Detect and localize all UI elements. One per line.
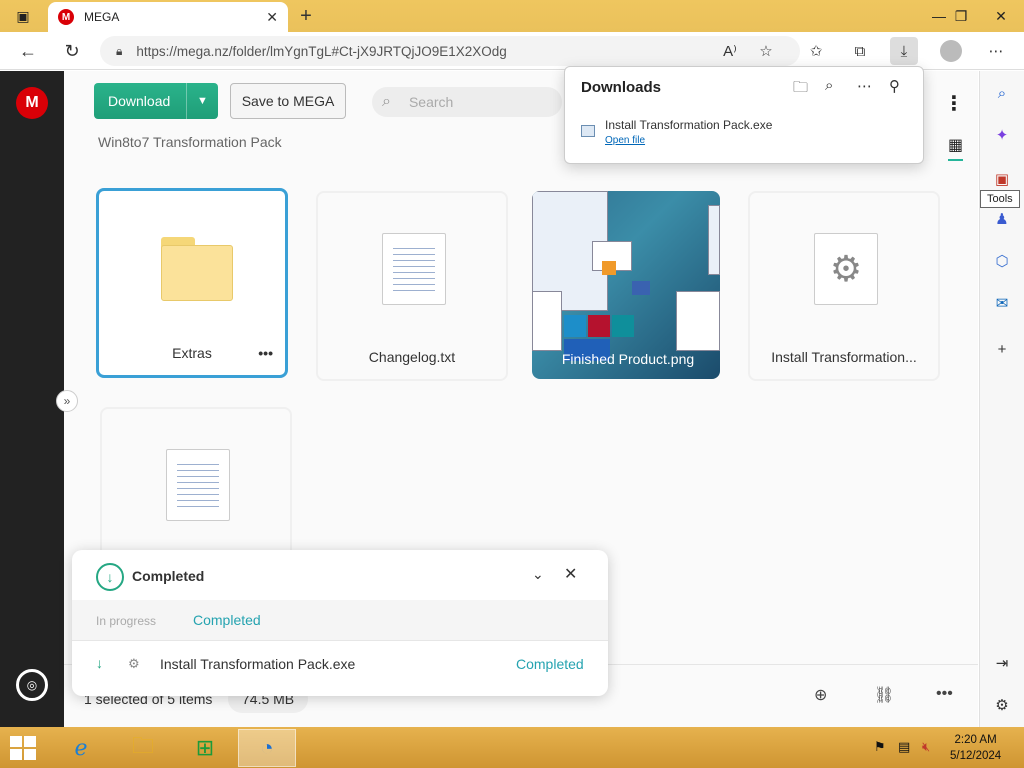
more-options-icon[interactable]: ⋮ <box>944 91 964 116</box>
text-file-icon <box>166 449 230 521</box>
clock[interactable]: 2:20 AM 5/12/2024 <box>950 732 1001 764</box>
account-icon[interactable]: ◎ <box>16 669 48 701</box>
transfer-tabs: In progress Completed <box>72 600 608 640</box>
address-bar-row: ← ↻ 🔒︎ https://mega.nz/folder/lmYgnTgL#C… <box>0 32 1024 70</box>
open-file-link[interactable]: Open file <box>605 135 645 146</box>
save-to-mega-button[interactable]: Save to MEGA <box>230 83 346 119</box>
breadcrumb[interactable]: Win8to7 Transformation Pack <box>98 134 282 150</box>
url-text: https://mega.nz/folder/lmYgnTgL#Ct-jX9JR… <box>136 43 507 59</box>
store-icon[interactable]: ⊞ <box>176 729 234 767</box>
url-field[interactable]: 🔒︎ https://mega.nz/folder/lmYgnTgL#Ct-jX… <box>100 36 800 66</box>
transfer-row[interactable]: ↓ ⚙ Install Transformation Pack.exe Comp… <box>72 640 608 686</box>
mega-favicon-icon: M <box>58 9 74 25</box>
close-icon[interactable]: ✕ <box>564 564 577 584</box>
download-circle-icon[interactable]: ⊕ <box>814 685 827 705</box>
downloads-panel: Downloads 🗀 ⌕ ⋯ ⚲ Install Transformation… <box>564 66 924 164</box>
search-icon: ⌕ <box>382 93 391 110</box>
file-name: Finished Product.png <box>561 351 695 367</box>
file-name: Install Transformation... <box>771 349 917 365</box>
file-card-changelog[interactable]: Changelog.txt <box>316 191 508 381</box>
tab-title: MEGA <box>84 10 120 24</box>
settings-more-icon[interactable]: ⋯ <box>982 37 1010 65</box>
close-tab-icon[interactable]: ✕ <box>266 9 278 26</box>
outlook-icon[interactable]: ✉ <box>990 291 1014 315</box>
tools-icon[interactable]: ▣ <box>990 167 1014 191</box>
start-button[interactable] <box>10 736 38 760</box>
folder-icon <box>161 237 233 301</box>
more-options-icon[interactable]: ⋯ <box>857 77 872 95</box>
search-input[interactable]: ⌕ Search <box>372 87 562 117</box>
tab-in-progress[interactable]: In progress <box>96 614 156 628</box>
favorites-icon[interactable]: ✩ <box>802 37 830 65</box>
profile-avatar[interactable] <box>940 40 962 62</box>
volume-muted-icon[interactable]: 🔇︎ <box>922 739 930 755</box>
gear-icon: ⚙ <box>128 656 140 671</box>
text-file-icon <box>382 233 446 305</box>
search-icon[interactable]: ⌕ <box>825 77 833 94</box>
file-name: Extras <box>172 345 212 361</box>
tab-mega[interactable]: M MEGA ✕ <box>48 2 288 32</box>
transfer-status: Completed <box>516 656 584 672</box>
gear-icon[interactable]: ⚙ <box>990 693 1014 717</box>
transfer-header: ↓ Completed ⌄ ✕ <box>72 550 608 600</box>
file-card-finished-product[interactable]: Finished Product.png <box>532 191 724 381</box>
read-aloud-icon[interactable]: A⁾ <box>716 37 744 65</box>
grid-view-icon[interactable]: ▦ <box>948 135 964 161</box>
more-options-icon[interactable]: ••• <box>258 345 273 361</box>
network-icon[interactable]: ▤ <box>898 739 910 755</box>
download-complete-icon: ↓ <box>96 563 124 591</box>
transfer-title: Completed <box>132 568 205 584</box>
windows-taskbar: ℯ 🗀 ⊞ ◔ ⚑ ▤ 🔇︎ 2:20 AM 5/12/2024 <box>0 727 1024 768</box>
games-icon[interactable]: ♟ <box>990 207 1014 231</box>
refresh-icon[interactable]: ↻ <box>58 37 86 65</box>
file-card-extras[interactable]: Extras ••• <box>96 188 288 378</box>
new-tab-icon[interactable]: + <box>294 4 318 28</box>
download-button[interactable]: Download ▼ <box>94 83 218 119</box>
file-card-install-pack[interactable]: ⚙ Install Transformation... <box>748 191 940 381</box>
tab-actions-icon[interactable]: ▣ <box>0 0 46 32</box>
gear-icon: ⚙ <box>814 233 878 305</box>
chevron-down-icon[interactable]: ▼ <box>186 83 218 119</box>
collections-icon[interactable]: ⧉ <box>846 37 874 65</box>
hide-sidebar-icon[interactable]: ⇥ <box>990 651 1014 675</box>
edge-icon[interactable]: ◔ <box>238 729 296 767</box>
file-explorer-icon[interactable]: 🗀 <box>114 729 172 767</box>
browser-tab-bar: ▣ M MEGA ✕ + — ❐ ✕ <box>0 0 1024 32</box>
chevron-down-icon[interactable]: ⌄ <box>532 566 544 583</box>
transfer-file-name: Install Transformation Pack.exe <box>160 656 356 672</box>
open-folder-icon[interactable]: 🗀 <box>793 77 808 102</box>
back-icon[interactable]: ← <box>14 37 42 65</box>
search-icon[interactable]: ⌕ <box>990 81 1014 105</box>
exe-file-icon <box>581 125 595 137</box>
expand-sidebar-icon[interactable]: » <box>56 390 78 412</box>
downloads-icon[interactable]: ⤓ <box>890 37 918 65</box>
mega-logo[interactable]: M <box>16 87 48 119</box>
add-favorite-icon[interactable]: ☆ <box>752 37 780 65</box>
copilot-icon[interactable]: ✦ <box>990 123 1014 147</box>
link-icon[interactable]: ⛓ <box>874 685 894 705</box>
transfer-manager: ↓ Completed ⌄ ✕ In progress Completed ↓ … <box>72 550 608 696</box>
lock-icon: 🔒︎ <box>116 43 123 58</box>
file-name: Changelog.txt <box>368 349 456 365</box>
download-file-name: Install Transformation Pack.exe <box>605 118 773 132</box>
download-arrow-icon: ↓ <box>96 655 103 671</box>
close-window-icon[interactable]: ✕ <box>978 0 1024 32</box>
add-icon[interactable]: + <box>990 337 1014 361</box>
clock-date: 5/12/2024 <box>950 750 1002 762</box>
flag-icon[interactable]: ⚑ <box>874 739 886 755</box>
mega-left-nav: M ◎ <box>0 71 64 727</box>
edge-sidebar: ⌕ ✦ ▣ ♟ ⬡ ✉ + ⇥ ⚙ <box>979 71 1024 727</box>
clock-time: 2:20 AM <box>954 734 997 746</box>
download-label: Download <box>108 93 171 109</box>
tab-completed[interactable]: Completed <box>193 612 261 628</box>
internet-explorer-icon[interactable]: ℯ <box>52 729 110 767</box>
pin-icon[interactable]: ⚲ <box>889 77 900 95</box>
office-icon[interactable]: ⬡ <box>990 249 1014 273</box>
tooltip: Tools <box>980 190 1020 208</box>
downloads-title: Downloads <box>581 79 662 96</box>
more-options-icon[interactable]: ••• <box>936 685 953 703</box>
search-placeholder: Search <box>408 94 454 110</box>
